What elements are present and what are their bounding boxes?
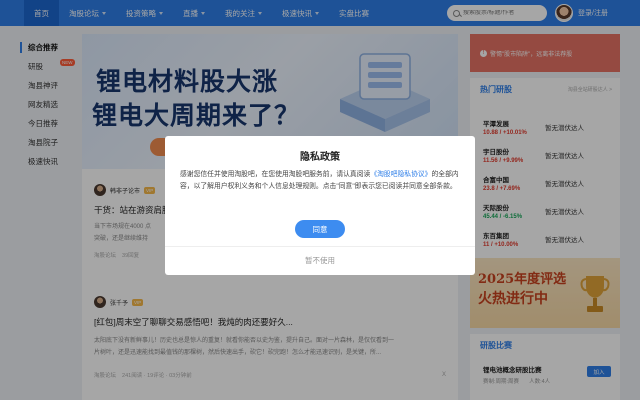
privacy-policy-dialog: 隐私政策 感谢您信任并使用淘股吧，在您使用淘股吧服务前，请认真阅读《淘股吧隐私协… [165,136,475,275]
agree-button[interactable]: 同意 [295,220,345,238]
dialog-divider [165,246,475,247]
dialog-body: 感谢您信任并使用淘股吧，在您使用淘股吧服务前，请认真阅读《淘股吧隐私协议》的全部… [180,169,462,193]
privacy-agreement-link[interactable]: 《淘股吧隐私协议》 [370,171,431,178]
decline-button[interactable]: 暂不使用 [165,255,475,266]
dialog-title: 隐私政策 [300,152,340,163]
dialog-text-pre: 感谢您信任并使用淘股吧，在您使用淘股吧服务前，请认真阅读 [180,171,371,178]
